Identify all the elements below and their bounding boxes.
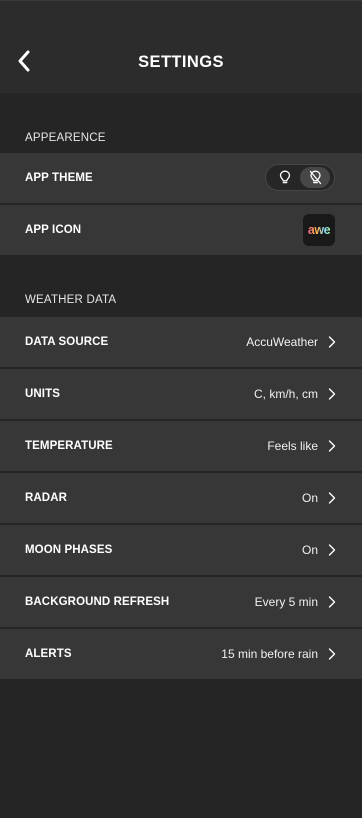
section-header-appearance: APPEARENCE	[25, 132, 106, 144]
row-value: Every 5 min	[254, 595, 318, 609]
settings-row-alerts[interactable]: ALERTS 15 min before rain	[0, 629, 362, 679]
lightbulb-off-icon	[309, 170, 321, 185]
chevron-right-icon	[328, 440, 336, 452]
chevron-right-icon	[328, 492, 336, 504]
chevron-right-icon	[328, 336, 336, 348]
light-theme-option[interactable]	[270, 167, 300, 188]
settings-row-data-source[interactable]: DATA SOURCE AccuWeather	[0, 317, 362, 367]
row-label: DATA SOURCE	[25, 336, 109, 348]
row-value: On	[301, 491, 318, 505]
row-label: MOON PHASES	[25, 544, 113, 556]
header-bar: SETTINGS	[0, 0, 362, 93]
app-icon-preview[interactable]: awe	[303, 214, 335, 246]
page-title: SETTINGS	[138, 53, 224, 71]
row-value: AccuWeather	[246, 335, 318, 349]
row-label: BACKGROUND REFRESH	[25, 596, 170, 608]
row-value: On	[301, 543, 318, 557]
lightbulb-icon	[279, 170, 291, 184]
app-theme-row: APP THEME	[0, 153, 362, 203]
row-value: Feels like	[267, 439, 318, 453]
chevron-right-icon	[328, 544, 336, 556]
row-label: TEMPERATURE	[25, 440, 113, 452]
app-icon-logo: awe	[307, 223, 331, 237]
dark-theme-option[interactable]	[300, 167, 330, 188]
chevron-right-icon	[328, 648, 336, 660]
settings-row-radar[interactable]: RADAR On	[0, 473, 362, 523]
settings-row-background-refresh[interactable]: BACKGROUND REFRESH Every 5 min	[0, 577, 362, 627]
app-icon-row: APP ICON awe	[0, 205, 362, 255]
row-label: ALERTS	[25, 648, 72, 660]
row-value: C, km/h, cm	[253, 387, 318, 401]
section-header-weather-data: WEATHER DATA	[25, 294, 117, 306]
settings-row-moon-phases[interactable]: MOON PHASES On	[0, 525, 362, 575]
row-value: 15 min before rain	[221, 647, 318, 661]
row-label: UNITS	[25, 388, 60, 400]
settings-row-temperature[interactable]: TEMPERATURE Feels like	[0, 421, 362, 471]
theme-toggle[interactable]	[265, 164, 335, 191]
chevron-right-icon	[328, 388, 336, 400]
settings-row-units[interactable]: UNITS C, km/h, cm	[0, 369, 362, 419]
chevron-right-icon	[328, 596, 336, 608]
row-label: RADAR	[25, 492, 68, 504]
app-theme-label: APP THEME	[25, 172, 93, 184]
app-icon-label: APP ICON	[25, 224, 82, 236]
